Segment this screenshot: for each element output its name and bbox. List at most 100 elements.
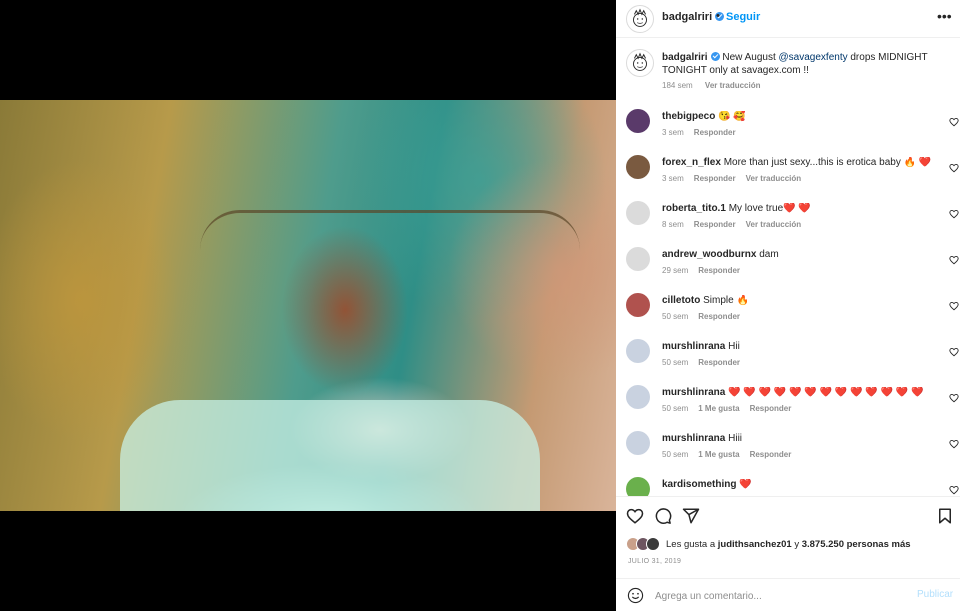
comment-time: 50 sem: [662, 358, 689, 367]
commenter-username[interactable]: roberta_tito.1: [662, 203, 726, 214]
comment-like-heart-icon[interactable]: [949, 163, 959, 173]
comment-likes-count[interactable]: 1 Me gusta: [698, 450, 739, 459]
commenter-username[interactable]: andrew_woodburnx: [662, 249, 756, 260]
comment-meta: 29 sem Responder: [662, 266, 750, 275]
publish-button[interactable]: Publicar: [917, 589, 953, 600]
caption-meta: 184 sem Ver traducción: [662, 81, 761, 90]
comment-row: forex_n_flex More than just sexy...this …: [626, 155, 959, 195]
comment-bubble-icon[interactable]: [654, 507, 672, 525]
reply-button[interactable]: Responder: [694, 220, 736, 229]
likes-count-link[interactable]: 3.875.250 personas más: [802, 539, 911, 550]
comment-text: thebigpeco 😘 🥰: [662, 111, 932, 122]
commenter-username[interactable]: forex_n_flex: [662, 157, 721, 168]
commenter-avatar[interactable]: [626, 247, 650, 271]
commenter-avatar[interactable]: [626, 339, 650, 363]
comment-body: Simple 🔥: [703, 295, 749, 306]
reply-button[interactable]: Responder: [750, 450, 792, 459]
commenter-avatar[interactable]: [626, 385, 650, 409]
emoji-smile-icon[interactable]: [627, 587, 644, 604]
comment-like-heart-icon[interactable]: [949, 347, 959, 357]
likes-middle: y: [791, 539, 802, 550]
comment-time: 3 sem: [662, 174, 684, 183]
action-bar: Les gusta a judithsanchez01 y 3.875.250 …: [616, 496, 960, 611]
comment-like-heart-icon[interactable]: [949, 439, 959, 449]
comment-row: murshlinrana Hiii 50 sem 1 Me gusta Respond…: [626, 431, 959, 471]
comment-likes-count[interactable]: 1 Me gusta: [698, 404, 739, 413]
commenter-username[interactable]: kardisomething: [662, 479, 736, 490]
commenter-username[interactable]: thebigpeco: [662, 111, 715, 122]
comment-like-heart-icon[interactable]: [949, 255, 959, 265]
comment-meta: 50 sem Responder: [662, 312, 750, 321]
more-options-icon[interactable]: •••: [937, 8, 952, 24]
commenter-avatar[interactable]: [626, 477, 650, 496]
comment-text: murshlinrana Hiii: [662, 433, 932, 444]
comment-meta: 3 sem Responder: [662, 128, 746, 137]
comment-row: murshlinrana ❤️ ❤️ ❤️ ❤️ ❤️ ❤️ ❤️ ❤️ ❤️ …: [626, 385, 959, 425]
commenter-avatar[interactable]: [626, 293, 650, 317]
commenter-username[interactable]: murshlinrana: [662, 341, 725, 352]
comment-time: 29 sem: [662, 266, 689, 275]
save-bookmark-icon[interactable]: [936, 507, 954, 525]
author-username-text[interactable]: badgalriri: [662, 11, 712, 23]
add-comment-bar: Publicar: [616, 578, 960, 611]
caption-avatar[interactable]: [626, 49, 654, 77]
comment-meta: 50 sem 1 Me gusta Responder: [662, 404, 801, 413]
post-view: badgalriri • Seguir ••• badgalriri New A…: [0, 0, 960, 611]
follow-button[interactable]: Seguir: [726, 11, 760, 23]
comment-translate-button[interactable]: Ver traducción: [746, 174, 802, 183]
likes-prefix: Les gusta a: [666, 539, 718, 550]
photo-sheet: [120, 400, 540, 511]
caption-text-pre: New August: [722, 52, 779, 63]
reply-button[interactable]: Responder: [698, 312, 740, 321]
comment-like-heart-icon[interactable]: [949, 301, 959, 311]
share-send-icon[interactable]: [682, 507, 700, 525]
comment-row: cilletoto Simple 🔥 50 sem Responder: [626, 293, 959, 333]
commenter-avatar[interactable]: [626, 109, 650, 133]
commenter-avatar[interactable]: [626, 431, 650, 455]
comment-like-heart-icon[interactable]: [949, 117, 959, 127]
post-date[interactable]: JULIO 31, 2019: [628, 558, 681, 565]
comment-body: More than just sexy...this is erotica ba…: [723, 157, 932, 168]
comment-text: murshlinrana Hii: [662, 341, 932, 352]
commenter-avatar[interactable]: [626, 155, 650, 179]
comment-time: 3 sem: [662, 128, 684, 137]
author-avatar[interactable]: [626, 5, 654, 33]
author-username[interactable]: badgalriri: [662, 11, 725, 23]
comment-text: roberta_tito.1 My love true❤️ ❤️: [662, 203, 932, 214]
commenter-username[interactable]: murshlinrana: [662, 387, 725, 398]
header-separator: •: [716, 10, 720, 22]
comment-meta: 50 sem 1 Me gusta Responder: [662, 450, 801, 459]
comment-time: 50 sem: [662, 312, 689, 321]
caption-translate-button[interactable]: Ver traducción: [705, 81, 761, 90]
caption-text: badgalriri New August @savagexfenty drop…: [662, 51, 947, 77]
media-area: [0, 0, 616, 611]
reply-button[interactable]: Responder: [698, 266, 740, 275]
like-heart-icon[interactable]: [626, 507, 644, 525]
comment-like-heart-icon[interactable]: [949, 485, 959, 495]
comment-input[interactable]: [655, 587, 905, 605]
comments-list[interactable]: badgalriri New August @savagexfenty drop…: [616, 39, 960, 496]
commenter-username[interactable]: cilletoto: [662, 295, 700, 306]
comment-body: My love true❤️ ❤️: [728, 203, 811, 214]
reply-button[interactable]: Responder: [694, 128, 736, 137]
comment-like-heart-icon[interactable]: [949, 393, 959, 403]
caption-username[interactable]: badgalriri: [662, 52, 708, 63]
post-header: badgalriri • Seguir •••: [616, 0, 960, 38]
comment-translate-button[interactable]: Ver traducción: [746, 220, 802, 229]
commenter-avatar[interactable]: [626, 201, 650, 225]
comment-body: ❤️: [739, 479, 752, 490]
reply-button[interactable]: Responder: [698, 358, 740, 367]
post-photo[interactable]: [0, 100, 616, 511]
comment-time: 50 sem: [662, 404, 689, 413]
likes-user-link[interactable]: judithsanchez01: [718, 539, 792, 550]
reply-button[interactable]: Responder: [750, 404, 792, 413]
caption-mention-link[interactable]: @savagexfenty: [779, 52, 848, 63]
reply-button[interactable]: Responder: [694, 174, 736, 183]
commenter-username[interactable]: murshlinrana: [662, 433, 725, 444]
comment-text: forex_n_flex More than just sexy...this …: [662, 157, 932, 168]
comment-text: murshlinrana ❤️ ❤️ ❤️ ❤️ ❤️ ❤️ ❤️ ❤️ ❤️ …: [662, 387, 932, 398]
comment-time: 50 sem: [662, 450, 689, 459]
comment-like-heart-icon[interactable]: [949, 209, 959, 219]
caption-verified-icon: [710, 52, 720, 61]
comment-row: roberta_tito.1 My love true❤️ ❤️ 8 sem Res…: [626, 201, 959, 241]
